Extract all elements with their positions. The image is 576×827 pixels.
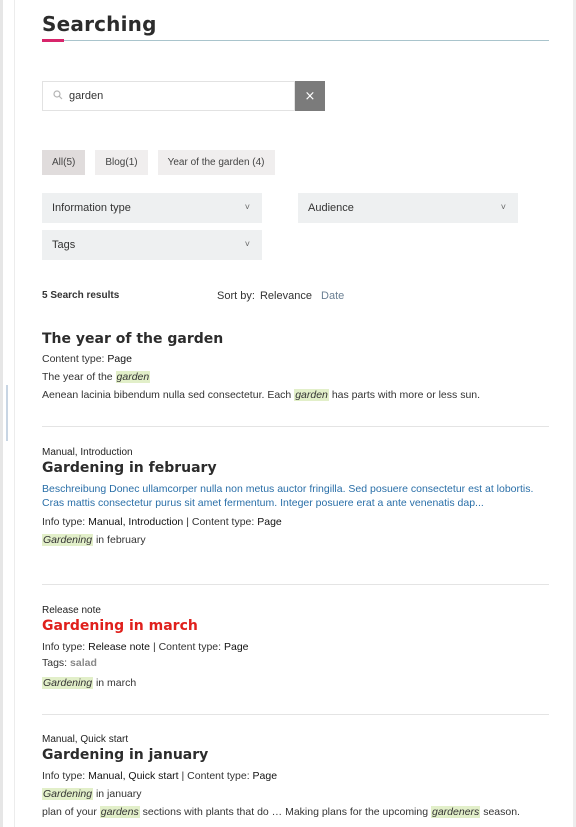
title-underline (42, 40, 549, 41)
search-result: The year of the garden Content type: Pag… (42, 331, 549, 401)
result-title[interactable]: The year of the garden (42, 331, 549, 347)
information-type-label: Information type (52, 202, 131, 214)
result-category: Release note (42, 605, 101, 616)
window-frame-divider (14, 0, 15, 827)
information-type-dropdown[interactable]: Information type ˅ (42, 193, 262, 223)
result-category: Manual, Introduction (42, 447, 133, 458)
result-divider (42, 426, 549, 427)
search-result: Release note Gardening in march Info typ… (42, 605, 549, 689)
search-highlight: gardens (99, 806, 140, 818)
search-result: Manual, Quick start Gardening in january… (42, 734, 549, 818)
chevron-down-icon: ˅ (500, 202, 506, 212)
facet-all[interactable]: All(5) (42, 150, 86, 175)
search-highlight: garden (294, 389, 329, 401)
title-accent-bar (42, 39, 64, 42)
search-highlight: Gardening (42, 677, 94, 689)
result-tags: Tags: salad (42, 657, 97, 669)
search-result: Manual, Introduction Gardening in februa… (42, 447, 549, 546)
result-divider (42, 714, 549, 715)
search-highlight: Gardening (42, 534, 94, 546)
search-highlight: garden (115, 371, 151, 383)
facet-tabs: All(5) Blog(1) Year of the garden (4) (42, 150, 275, 175)
result-title[interactable]: Gardening in january (42, 747, 549, 763)
result-category: Manual, Quick start (42, 734, 129, 745)
search-icon (53, 90, 63, 100)
search-box[interactable] (42, 81, 295, 111)
audience-dropdown[interactable]: Audience ˅ (298, 193, 518, 223)
tag-salad[interactable]: salad (70, 657, 97, 669)
sort-date-link[interactable]: Date (321, 290, 344, 302)
facet-year-of-the-garden[interactable]: Year of the garden (4) (157, 150, 275, 175)
scroll-indicator[interactable] (6, 385, 8, 441)
result-description: Beschreibung Donec ullamcorper nulla non… (42, 483, 534, 509)
search-highlight: gardeners (431, 806, 481, 818)
search-input[interactable] (69, 86, 289, 106)
result-divider (42, 584, 549, 585)
result-snippet: Gardening in january (42, 788, 142, 800)
result-excerpt: Aenean lacinia bibendum nulla sed consec… (42, 389, 481, 401)
facet-blog[interactable]: Blog(1) (95, 150, 148, 175)
tags-label: Tags (52, 239, 76, 251)
chevron-down-icon: ˅ (244, 239, 250, 249)
result-snippet: The year of the garden (42, 371, 151, 383)
result-info: Info type: Manual, Quick start | Content… (42, 770, 278, 782)
search-highlight: Gardening (42, 788, 94, 800)
result-excerpt: plan of your gardens sections with plant… (42, 806, 520, 818)
sort-relevance-link[interactable]: Relevance (260, 290, 312, 302)
result-title[interactable]: Gardening in march (42, 618, 549, 634)
tags-dropdown[interactable]: Tags ˅ (42, 230, 262, 260)
result-info: Info type: Manual, Introduction | Conten… (42, 516, 282, 528)
sort-controls: Sort by: Relevance Date (217, 290, 344, 302)
audience-label: Audience (308, 202, 354, 214)
sort-label: Sort by: (217, 290, 255, 302)
result-content-type: Content type: Page (42, 353, 132, 365)
chevron-down-icon: ˅ (244, 202, 250, 212)
result-snippet: Gardening in march (42, 677, 137, 689)
page-title: Searching (42, 12, 157, 36)
close-icon: × (304, 88, 316, 104)
results-count: 5 Search results (42, 290, 120, 301)
result-title[interactable]: Gardening in february (42, 460, 549, 476)
window-frame-left (0, 0, 3, 827)
result-info: Info type: Release note | Content type: … (42, 641, 249, 653)
clear-search-button[interactable]: × (295, 81, 325, 111)
result-snippet: Gardening in february (42, 534, 146, 546)
